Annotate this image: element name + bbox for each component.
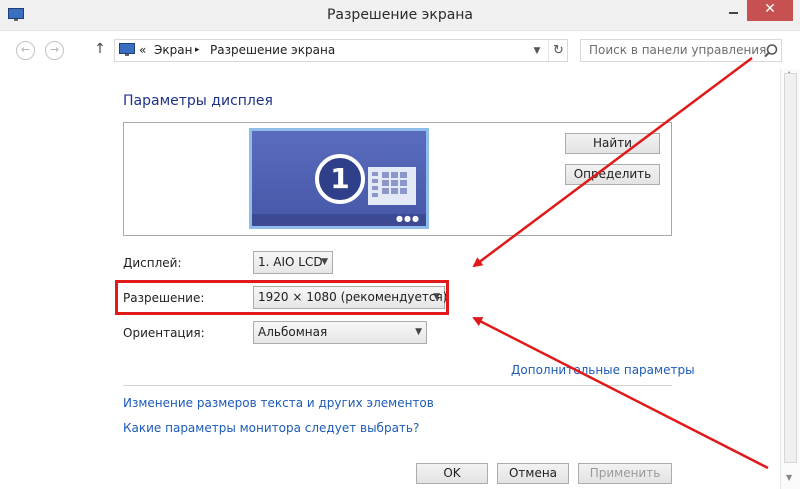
chevron-down-icon: ▼ xyxy=(533,46,541,56)
cancel-button[interactable]: Отмена xyxy=(497,463,569,484)
which-settings-link[interactable]: Какие параметры монитора следует выбрать… xyxy=(123,421,419,435)
monitor-screen: 1 ●●● xyxy=(252,131,426,226)
refresh-icon: ↻ xyxy=(553,43,564,58)
monitor-thumbnail[interactable]: 1 ●●● xyxy=(249,128,429,229)
search-icon[interactable] xyxy=(763,43,779,59)
advanced-settings-link[interactable]: Дополнительные параметры xyxy=(511,363,695,377)
breadcrumb-separator[interactable]: ▸ xyxy=(195,45,200,55)
section-title: Параметры дисплея xyxy=(123,93,273,109)
monitor-dots-icon: ●●● xyxy=(396,214,420,223)
address-history-dropdown[interactable]: ▼ xyxy=(529,43,545,59)
up-arrow-icon: ↑ xyxy=(94,41,106,57)
breadcrumb-overflow[interactable]: « xyxy=(139,43,146,57)
refresh-button[interactable]: ↻ xyxy=(548,40,568,61)
ok-button[interactable]: OK xyxy=(416,463,488,484)
up-button[interactable]: ↑ xyxy=(92,41,108,59)
scroll-thumb[interactable] xyxy=(784,73,797,463)
find-button[interactable]: Найти xyxy=(565,133,660,154)
title-bar: Разрешение экрана ✕ xyxy=(0,0,800,31)
forward-arrow-icon: → xyxy=(49,43,60,56)
control-panel-icon xyxy=(119,43,135,56)
window-title: Разрешение экрана xyxy=(326,7,474,23)
content-area: Параметры дисплея 1 ●●● Найти Определить… xyxy=(0,69,780,489)
navigation-bar: ← → ↑ « Экран ▸ Разрешение экрана ▼ ↻ По… xyxy=(0,31,800,69)
display-preview-panel: 1 ●●● Найти Определить xyxy=(123,122,672,236)
back-arrow-icon: ← xyxy=(20,43,31,56)
close-button[interactable]: ✕ xyxy=(747,0,793,21)
display-label: Дисплей: xyxy=(123,256,182,270)
display-select-value: 1. AIO LCD xyxy=(258,255,323,269)
vertical-scrollbar[interactable]: ▲ ▼ xyxy=(780,69,800,489)
search-box[interactable]: Поиск в панели управления xyxy=(580,39,782,62)
text-size-link[interactable]: Изменение размеров текста и других элеме… xyxy=(123,396,434,410)
breadcrumb-item-screen[interactable]: Экран xyxy=(154,43,192,57)
forward-button[interactable]: → xyxy=(45,41,64,60)
breadcrumb-item-resolution[interactable]: Разрешение экрана xyxy=(210,43,335,57)
chevron-down-icon: ▼ xyxy=(321,257,328,267)
search-placeholder: Поиск в панели управления xyxy=(589,43,767,57)
back-button[interactable]: ← xyxy=(16,41,35,60)
display-select[interactable]: 1. AIO LCD ▼ xyxy=(253,251,333,274)
chevron-down-icon: ▼ xyxy=(415,327,422,337)
detect-button[interactable]: Определить xyxy=(565,164,660,185)
monitor-taskbar: ●●● xyxy=(252,214,426,226)
apply-button[interactable]: Применить xyxy=(578,463,672,484)
start-tiles-icon xyxy=(368,167,416,205)
monitor-number-badge: 1 xyxy=(315,154,365,204)
close-icon: ✕ xyxy=(764,1,776,17)
divider xyxy=(123,385,672,386)
orientation-select-value: Альбомная xyxy=(258,325,328,339)
resolution-highlight-box xyxy=(115,280,449,315)
orientation-label: Ориентация: xyxy=(123,326,205,340)
address-bar[interactable]: « Экран ▸ Разрешение экрана ▼ ↻ xyxy=(114,39,568,62)
minimize-button[interactable] xyxy=(720,0,747,21)
orientation-select[interactable]: Альбомная ▼ xyxy=(253,321,427,344)
scroll-down-icon[interactable]: ▼ xyxy=(786,473,792,482)
